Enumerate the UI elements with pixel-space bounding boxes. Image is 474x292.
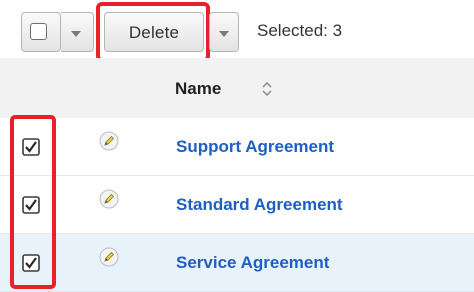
- delete-button-label: Delete: [128, 23, 180, 42]
- table-row: Standard Agreement: [0, 176, 474, 234]
- record-link[interactable]: Service Agreement: [176, 253, 329, 273]
- record-link[interactable]: Standard Agreement: [176, 195, 343, 215]
- select-all-button[interactable]: [21, 12, 61, 52]
- record-link[interactable]: Support Agreement: [176, 137, 334, 157]
- pencil-icon[interactable]: [99, 247, 119, 267]
- column-header-name[interactable]: Name: [175, 79, 221, 99]
- sort-icon[interactable]: [261, 81, 273, 97]
- toolbar: Delete Selected: 3: [0, 0, 474, 62]
- pencil-icon[interactable]: [99, 189, 119, 209]
- pencil-icon[interactable]: [99, 131, 119, 151]
- checkbox-highlight-annotation: [10, 115, 56, 289]
- checkbox-icon: [30, 23, 47, 40]
- delete-button[interactable]: Delete: [104, 12, 204, 52]
- table-row: Support Agreement: [0, 118, 474, 176]
- selected-count: Selected: 3: [257, 21, 343, 40]
- table-row: Service Agreement: [0, 234, 474, 292]
- table-header: Name: [0, 58, 474, 119]
- actions-dropdown[interactable]: [209, 12, 239, 52]
- select-options-dropdown[interactable]: [61, 12, 94, 52]
- chevron-down-icon: [71, 31, 81, 37]
- chevron-down-icon: [219, 31, 229, 37]
